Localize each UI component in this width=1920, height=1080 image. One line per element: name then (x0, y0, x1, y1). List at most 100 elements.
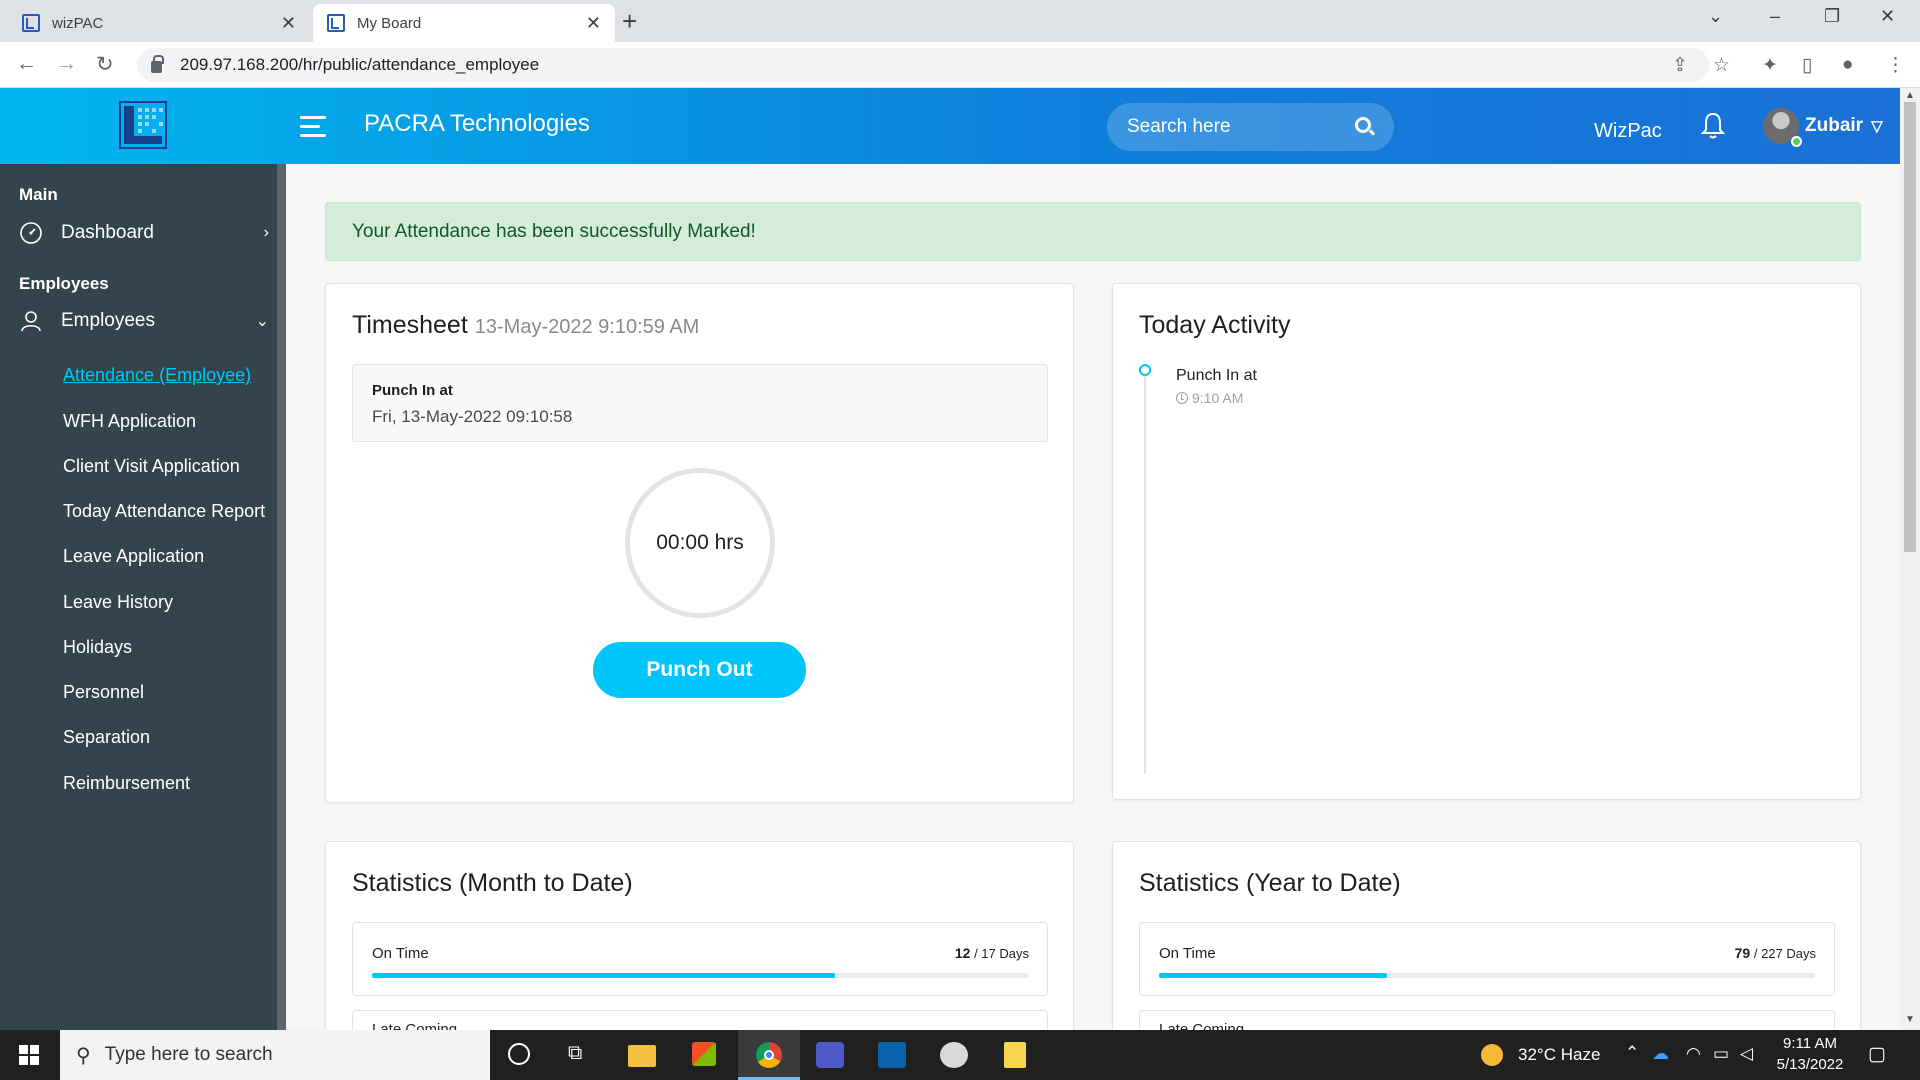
bookmark-star-icon[interactable]: ☆ (1713, 54, 1730, 77)
timeline-dot-icon (1139, 364, 1151, 376)
forward-icon[interactable]: → (56, 52, 77, 76)
punch-in-info: Punch In at Fri, 13-May-2022 09:10:58 (352, 364, 1048, 442)
search-icon[interactable] (1355, 117, 1371, 133)
sidebar-item-employees[interactable]: Employees ⌄ (19, 309, 269, 333)
restore-icon[interactable]: ❐ (1824, 6, 1840, 27)
app-header: PACRA Technologies WizPac Zubair ▽ (0, 88, 1900, 164)
sidebar-item-leave-application[interactable]: Leave Application (63, 546, 204, 567)
progress-track (1159, 973, 1815, 978)
stat-value: 79 (1734, 945, 1751, 961)
browser-tab-my-board[interactable]: My Board ✕ (313, 4, 615, 42)
scroll-down-icon[interactable]: ▼ (1905, 1014, 1915, 1025)
today-activity-card: Today Activity Punch In at 9:10 AM (1112, 283, 1861, 800)
clock-time: 9:11 AM (1783, 1035, 1837, 1052)
side-panel-icon[interactable]: ▯ (1802, 54, 1812, 77)
browser-menu-icon[interactable]: ⋮ (1886, 54, 1905, 77)
sidebar-item-client-visit-application[interactable]: Client Visit Application (63, 456, 240, 477)
reload-icon[interactable]: ↻ (96, 52, 114, 77)
address-bar[interactable]: 209.97.168.200/hr/public/attendance_empl… (137, 48, 1709, 82)
cortana-icon[interactable] (508, 1043, 530, 1065)
sidebar-item-separation[interactable]: Separation (63, 727, 150, 748)
clock-icon (1176, 392, 1188, 404)
sidebar-item-leave-history[interactable]: Leave History (63, 592, 173, 613)
sidebar-item-personnel[interactable]: Personnel (63, 682, 144, 703)
lock-icon[interactable] (151, 55, 164, 73)
url-text[interactable]: 209.97.168.200/hr/public/attendance_empl… (180, 55, 539, 75)
show-hidden-icons-icon[interactable]: ⌃ (1625, 1043, 1639, 1063)
close-tab-icon[interactable]: ✕ (586, 13, 601, 34)
share-icon[interactable]: ⇪ (1672, 54, 1688, 77)
chevron-right-icon: › (263, 224, 269, 241)
stat-value: 12 (954, 945, 971, 961)
stat-count: 12 / 17 Days (955, 945, 1029, 961)
minimize-icon[interactable]: – (1770, 6, 1780, 27)
taskbar-search-placeholder[interactable]: Type here to search (105, 1044, 273, 1066)
tab-title: My Board (357, 14, 422, 32)
weather-icon[interactable] (1481, 1044, 1503, 1066)
close-window-icon[interactable]: ✕ (1880, 6, 1895, 27)
taskbar-search[interactable]: ⚲ Type here to search (60, 1030, 490, 1080)
avatar[interactable] (1763, 108, 1802, 147)
wifi-icon[interactable]: ◠ (1686, 1044, 1701, 1064)
clock-date: 5/13/2022 (1776, 1056, 1844, 1073)
sidebar-item-holidays[interactable]: Holidays (63, 637, 132, 658)
tab-title: wizPAC (52, 14, 104, 32)
chrome-taskbar-button[interactable] (738, 1030, 800, 1080)
onedrive-icon[interactable]: ☁ (1652, 1044, 1669, 1064)
punch-out-button[interactable]: Punch Out (593, 642, 806, 698)
sidebar-scrollbar[interactable] (277, 164, 286, 1030)
online-status-icon (1791, 136, 1802, 147)
sidebar-item-attendance-employee[interactable]: Attendance (Employee) (63, 365, 251, 386)
extensions-icon[interactable]: ✦ (1762, 54, 1778, 77)
notifications-icon[interactable]: ▢ (1868, 1043, 1886, 1066)
page-scrollbar[interactable]: ▲ ▼ (1900, 88, 1920, 1030)
weather-text[interactable]: 32°C Haze (1518, 1045, 1600, 1065)
sticky-notes-icon[interactable] (1004, 1042, 1026, 1068)
notification-bell-icon[interactable] (1701, 112, 1725, 140)
new-tab-icon[interactable]: + (622, 6, 637, 37)
teams-icon[interactable] (816, 1042, 844, 1068)
back-icon[interactable]: ← (16, 52, 37, 76)
windows-start-icon[interactable] (19, 1045, 39, 1065)
taskbar-clock[interactable]: 9:11 AM 5/13/2022 (1760, 1033, 1860, 1075)
punch-in-value: Fri, 13-May-2022 09:10:58 (372, 407, 573, 426)
close-tab-icon[interactable]: ✕ (281, 13, 296, 34)
progress-track (372, 973, 1028, 978)
volume-icon[interactable]: ◁ (1740, 1044, 1753, 1064)
search-input[interactable] (1107, 103, 1347, 151)
timeline-line (1144, 374, 1146, 774)
progress-fill (372, 973, 836, 978)
sidebar-item-wfh-application[interactable]: WFH Application (63, 411, 196, 432)
sidebar-heading-employees: Employees (19, 274, 109, 293)
profile-icon[interactable]: ● (1842, 54, 1853, 76)
progress-fill (1159, 973, 1388, 978)
scrollbar-thumb[interactable] (1904, 102, 1916, 552)
file-explorer-icon[interactable] (628, 1045, 656, 1067)
task-view-icon[interactable]: ⧉ (568, 1042, 596, 1068)
activity-item-label: Punch In at (1176, 367, 1257, 384)
menu-toggle-icon[interactable] (300, 116, 326, 143)
battery-icon[interactable]: ▭ (1713, 1044, 1729, 1064)
timesheet-title-text: Timesheet (352, 311, 468, 339)
user-menu[interactable]: Zubair ▽ (1763, 108, 1883, 147)
browser-tab-wizpac[interactable]: wizPAC ✕ (8, 4, 310, 42)
search-icon: ⚲ (76, 1044, 91, 1067)
user-icon (21, 311, 41, 332)
sidebar-item-reimbursement[interactable]: Reimbursement (63, 773, 190, 794)
snipping-tool-icon[interactable] (940, 1042, 968, 1068)
chevron-down-icon[interactable]: ▽ (1871, 117, 1883, 135)
stat-total: / 227 Days (1753, 946, 1816, 961)
outlook-icon[interactable] (878, 1042, 906, 1068)
sidebar-item-dashboard[interactable]: Dashboard › (19, 221, 269, 245)
microsoft-store-icon[interactable] (692, 1042, 716, 1066)
user-name[interactable]: Zubair (1805, 115, 1863, 137)
wizpac-link[interactable]: WizPac (1594, 120, 1662, 143)
sidebar-heading-main: Main (19, 185, 58, 204)
stats-year-title: Statistics (Year to Date) (1139, 869, 1401, 897)
statistics-month-card: Statistics (Month to Date) On Time 12 / … (325, 841, 1074, 1050)
sidebar-item-today-attendance-report[interactable]: Today Attendance Report (63, 501, 265, 522)
activity-title: Today Activity (1139, 311, 1291, 339)
tab-search-chevron-icon[interactable]: ⌄ (1708, 6, 1723, 27)
scroll-up-icon[interactable]: ▲ (1905, 90, 1915, 101)
timesheet-card: Timesheet 13-May-2022 9:10:59 AM Punch I… (325, 283, 1074, 803)
